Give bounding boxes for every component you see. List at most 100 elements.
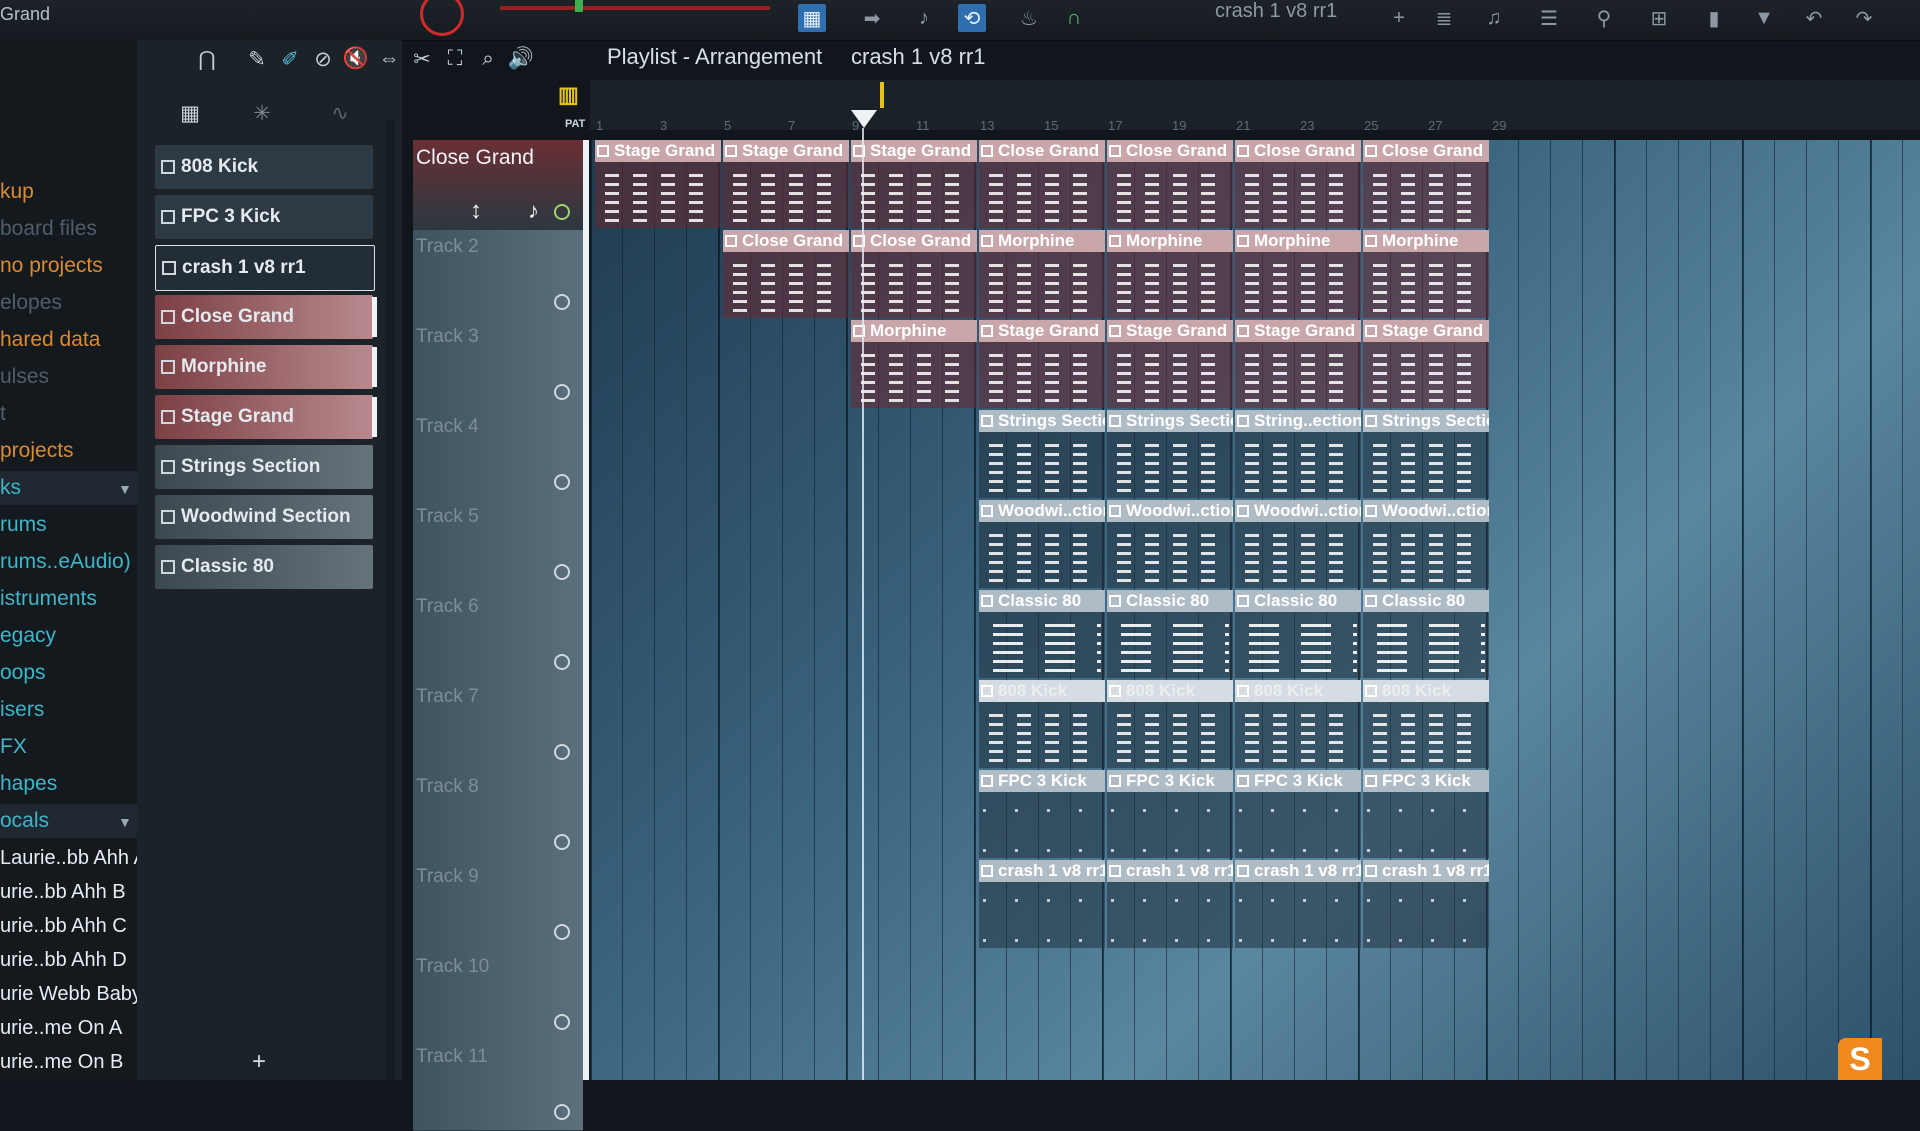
pattern-clip[interactable]: Morphine [979, 230, 1105, 318]
channel-picker-item[interactable]: Strings Section [155, 445, 373, 489]
track-mute-led-icon[interactable] [554, 474, 570, 490]
pattern-clip[interactable]: Stage Grand [1235, 320, 1361, 408]
clip-menu-icon[interactable] [1237, 325, 1249, 337]
track-mute-led-icon[interactable] [554, 1104, 570, 1120]
clip-menu-icon[interactable] [981, 235, 993, 247]
clip-menu-icon[interactable] [1365, 415, 1377, 427]
clip-menu-icon[interactable] [981, 415, 993, 427]
browser-item[interactable]: istruments [0, 582, 97, 616]
channel-picker-item[interactable]: Classic 80 [155, 545, 373, 589]
pattern-clip[interactable]: Classic 80 [1363, 590, 1489, 678]
pattern-clip[interactable]: Classic 80 [979, 590, 1105, 678]
clip-menu-icon[interactable] [1237, 775, 1249, 787]
clip-header[interactable]: Woodwi..ction [1235, 500, 1361, 522]
channel-picker-item[interactable]: Close Grand [155, 295, 377, 339]
clip-header[interactable]: FPC 3 Kick [979, 770, 1105, 792]
pattern-clip[interactable]: Stage Grand [851, 140, 977, 228]
channel-picker-item[interactable]: Woodwind Section [155, 495, 373, 539]
track-mute-led-icon[interactable] [554, 834, 570, 850]
folder-expand-icon[interactable]: ▼ [118, 814, 132, 830]
clip-menu-icon[interactable] [981, 505, 993, 517]
clip-menu-icon[interactable] [981, 325, 993, 337]
channel-picker-item[interactable]: Stage Grand [155, 395, 377, 439]
slip-icon[interactable]: ⇔ [376, 44, 402, 74]
clip-menu-icon[interactable] [1365, 685, 1377, 697]
browser-icon[interactable]: ⊞ [1645, 4, 1673, 32]
track-mute-led-icon[interactable] [554, 1014, 570, 1030]
pattern-clip[interactable]: Stage Grand [1363, 320, 1489, 408]
browser-item[interactable]: urie..bb Ahh C [0, 909, 127, 943]
clip-header[interactable]: FPC 3 Kick [1363, 770, 1489, 792]
pattern-clip[interactable]: Strings Section [979, 410, 1105, 498]
pattern-clip[interactable]: crash 1 v8 rr1 [1235, 860, 1361, 948]
clip-header[interactable]: Woodwi..ction [1363, 500, 1489, 522]
track-mute-led-icon[interactable] [554, 204, 570, 220]
clip-header[interactable]: Strings Section [1363, 410, 1489, 432]
browser-item[interactable]: oops [0, 656, 46, 690]
clip-menu-icon[interactable] [1365, 865, 1377, 877]
track-header[interactable]: Close Grand [413, 140, 583, 231]
clip-header[interactable]: Close Grand [1235, 140, 1361, 162]
clip-menu-icon[interactable] [1109, 505, 1121, 517]
clip-menu-icon[interactable] [1109, 685, 1121, 697]
step-forward-icon[interactable]: ➡ [858, 4, 886, 32]
clip-header[interactable]: Stage Grand [595, 140, 721, 162]
clip-header[interactable]: crash 1 v8 rr1 [1363, 860, 1489, 882]
pattern-clip[interactable]: crash 1 v8 rr1 [979, 860, 1105, 948]
browser-item[interactable]: no projects [0, 249, 103, 283]
browser-item[interactable]: urie..bb Ahh D [0, 943, 127, 977]
pattern-clip[interactable]: FPC 3 Kick [979, 770, 1105, 858]
track-header[interactable]: Track 6 [413, 590, 583, 681]
browser-item[interactable]: rums..eAudio) [0, 545, 131, 579]
clip-header[interactable]: crash 1 v8 rr1 [1107, 860, 1233, 882]
pattern-clip[interactable]: Morphine [1235, 230, 1361, 318]
pattern-clip[interactable]: Close Grand [1363, 140, 1489, 228]
clip-header[interactable]: Morphine [979, 230, 1105, 252]
pattern-clip[interactable]: Strings Section [1363, 410, 1489, 498]
clip-menu-icon[interactable] [597, 145, 609, 157]
clip-menu-icon[interactable] [1109, 775, 1121, 787]
browser-item[interactable]: hapes [0, 767, 57, 801]
select-icon[interactable]: ⛶ [442, 44, 468, 74]
track-mute-led-icon[interactable] [554, 564, 570, 580]
track-header[interactable]: Track 10 [413, 950, 583, 1041]
link-icon[interactable]: ⟲ [958, 4, 986, 32]
pattern-marker-icon[interactable]: ▥ [558, 82, 579, 108]
track-header[interactable]: Track 3 [413, 320, 583, 411]
browser-item[interactable]: ocals [0, 804, 137, 838]
pattern-clip[interactable]: crash 1 v8 rr1 [1107, 860, 1233, 948]
magnet-icon[interactable]: ⋂ [194, 44, 220, 74]
clip-header[interactable]: Stage Grand [1363, 320, 1489, 342]
clip-header[interactable]: crash 1 v8 rr1 [979, 860, 1105, 882]
clip-header[interactable]: Woodwi..ction [979, 500, 1105, 522]
clip-menu-icon[interactable] [1365, 145, 1377, 157]
plugin-icon[interactable]: ⚲ [1590, 4, 1618, 32]
clip-header[interactable]: Stage Grand [1107, 320, 1233, 342]
track-mute-led-icon[interactable] [554, 744, 570, 760]
clip-header[interactable]: Close Grand [723, 230, 849, 252]
browser-item[interactable]: board files [0, 212, 97, 246]
add-pattern-icon[interactable]: + [1385, 4, 1413, 32]
clip-menu-icon[interactable] [981, 145, 993, 157]
add-channel-button[interactable]: + [252, 1048, 266, 1076]
picker-scrollbar[interactable] [385, 120, 395, 1080]
pattern-clip[interactable]: Stage Grand [723, 140, 849, 228]
clip-header[interactable]: Classic 80 [979, 590, 1105, 612]
track-header[interactable]: Track 4 [413, 410, 583, 501]
note-icon[interactable]: ♪ [528, 198, 539, 224]
browser-item[interactable]: isers [0, 693, 44, 727]
pattern-clip[interactable]: Close Grand [851, 230, 977, 318]
browser-item[interactable]: FX [0, 730, 27, 764]
clip-menu-icon[interactable] [1237, 415, 1249, 427]
folder-expand-icon[interactable]: ▼ [118, 481, 132, 497]
clip-header[interactable]: Close Grand [1107, 140, 1233, 162]
clip-header[interactable]: Classic 80 [1235, 590, 1361, 612]
brush-icon[interactable]: ✐ [277, 44, 303, 74]
browser-item[interactable]: urie..bb Ahh B [0, 875, 126, 909]
pattern-clip[interactable]: Stage Grand [595, 140, 721, 228]
clip-menu-icon[interactable] [1237, 145, 1249, 157]
clip-menu-icon[interactable] [725, 145, 737, 157]
clip-header[interactable]: Stage Grand [851, 140, 977, 162]
pattern-clip[interactable]: Woodwi..ction [1107, 500, 1233, 588]
browser-item[interactable]: Laurie..bb Ahh A [0, 841, 147, 875]
